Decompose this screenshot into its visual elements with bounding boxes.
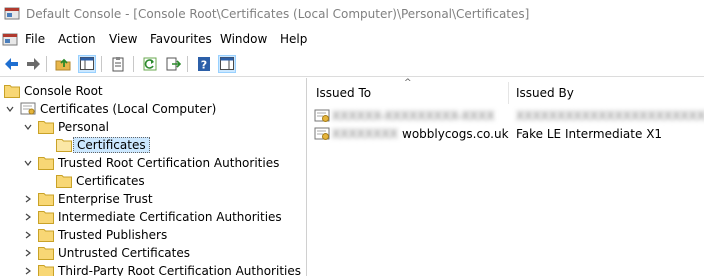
title-bar: Default Console - [Console Root\Certific… — [0, 0, 704, 30]
toolbar-separator — [187, 56, 188, 72]
help-button[interactable]: ? — [195, 55, 213, 73]
help-icon: ? — [198, 57, 210, 72]
column-header-label: Issued To — [316, 86, 372, 100]
properties-icon — [112, 57, 124, 72]
tree-item-trusted-root-certificates[interactable]: Certificates — [56, 172, 145, 190]
up-folder-icon — [55, 58, 71, 71]
tree-item-intermediate-ca[interactable]: Intermediate Certification Authorities — [22, 208, 282, 226]
menu-window[interactable]: Window — [219, 32, 268, 46]
tree-item-label: Certificates — [76, 174, 145, 188]
window-title: Default Console - [Console Root\Certific… — [26, 7, 530, 21]
folder-icon — [38, 157, 54, 170]
menu-help[interactable]: Help — [279, 32, 308, 46]
tree-item-label: Third-Party Root Certification Authoriti… — [58, 264, 301, 276]
show-action-pane-icon — [220, 57, 234, 70]
back-button[interactable] — [3, 55, 21, 73]
tree-item-personal[interactable]: Personal — [22, 118, 109, 136]
system-menu-icon[interactable] — [2, 32, 18, 48]
chevron-down-icon[interactable] — [22, 157, 34, 169]
menu-bar: File Action View Favourites Window Help — [0, 30, 704, 50]
column-header-issued-by[interactable]: Issued By — [516, 82, 704, 104]
show-hide-console-tree-icon — [80, 57, 94, 70]
tree-item-label: Trusted Publishers — [58, 228, 168, 242]
issued-to-redacted: XXXXXXXX — [332, 127, 398, 141]
issued-by-redacted: XXXXXXXXXXXXXXXXXXXXXXXXXX — [516, 109, 704, 123]
tree-item-label: Console Root — [24, 84, 103, 98]
folder-icon — [4, 85, 20, 98]
tree-item-label: Enterprise Trust — [58, 192, 153, 206]
tree-item-trusted-root[interactable]: Trusted Root Certification Authorities — [22, 154, 279, 172]
issued-to-domain: wobblycogs.co.uk — [402, 127, 509, 141]
column-header-issued-to[interactable]: Issued To — [316, 82, 506, 104]
properties-button[interactable] — [109, 55, 127, 73]
tree-item-untrusted-certificates[interactable]: Untrusted Certificates — [22, 244, 190, 262]
chevron-down-icon[interactable] — [4, 103, 16, 115]
back-arrow-icon — [5, 58, 18, 70]
tree-item-label: Untrusted Certificates — [58, 246, 190, 260]
show-action-pane-button[interactable] — [218, 55, 236, 73]
toolbar-separator — [46, 56, 47, 72]
tree-item-label: Certificates — [73, 137, 150, 153]
certificate-icon — [314, 127, 330, 140]
refresh-icon — [143, 57, 157, 71]
tree-item-trusted-publishers[interactable]: Trusted Publishers — [22, 226, 167, 244]
list-item[interactable]: XXXXXX-XXXXXXXXX-XXXX XXXXXXXXXXXXXXXXXX… — [308, 107, 704, 125]
menu-action[interactable]: Action — [57, 32, 97, 46]
folder-icon — [38, 211, 54, 224]
toolbar: ? — [0, 52, 704, 77]
chevron-right-icon[interactable] — [22, 211, 34, 223]
folder-icon — [38, 265, 54, 276]
chevron-right-icon[interactable] — [22, 193, 34, 205]
svg-text:?: ? — [201, 59, 207, 72]
export-list-icon — [166, 57, 181, 71]
folder-icon — [38, 193, 54, 206]
tree-item-third-party-root-ca[interactable]: Third-Party Root Certification Authoriti… — [22, 262, 301, 276]
tree-item-console-root[interactable]: Console Root — [4, 82, 103, 100]
chevron-right-icon[interactable] — [22, 247, 34, 259]
folder-icon — [38, 229, 54, 242]
export-list-button[interactable] — [164, 55, 182, 73]
folder-icon — [56, 175, 72, 188]
chevron-down-icon[interactable] — [22, 121, 34, 133]
menu-view[interactable]: View — [108, 32, 138, 46]
refresh-button[interactable] — [141, 55, 159, 73]
console-tree: Console Root Certificates (Local Compute… — [0, 78, 307, 276]
open-folder-icon — [56, 139, 72, 152]
forward-arrow-icon — [27, 58, 40, 70]
tree-item-label: Certificates (Local Computer) — [40, 102, 217, 116]
toolbar-separator — [101, 56, 102, 72]
tree-item-enterprise-trust[interactable]: Enterprise Trust — [22, 190, 153, 208]
column-divider[interactable] — [508, 82, 509, 104]
tree-item-label: Personal — [58, 120, 110, 134]
certificate-list: ^ Issued To Issued By XXXXXX-XXXXXXXXX-X… — [308, 78, 704, 276]
tree-item-label: Trusted Root Certification Authorities — [58, 156, 280, 170]
tree-item-personal-certificates[interactable]: Certificates — [56, 136, 150, 154]
folder-icon — [38, 247, 54, 260]
tree-item-certificates-local-computer[interactable]: Certificates (Local Computer) — [4, 100, 216, 118]
up-one-level-button[interactable] — [54, 55, 72, 73]
certificate-icon — [314, 109, 330, 122]
certificate-snapin-icon — [20, 102, 36, 115]
chevron-right-icon[interactable] — [22, 265, 34, 276]
column-header-label: Issued By — [516, 86, 574, 100]
menu-file[interactable]: File — [24, 32, 46, 46]
issued-to-redacted: XXXXXX-XXXXXXXXX-XXXX — [332, 109, 495, 123]
tree-item-label: Intermediate Certification Authorities — [58, 210, 282, 224]
forward-button[interactable] — [24, 55, 42, 73]
list-item[interactable]: XXXXXXXX wobblycogs.co.uk Fake LE Interm… — [308, 125, 704, 143]
chevron-right-icon[interactable] — [22, 229, 34, 241]
issued-by: Fake LE Intermediate X1 — [516, 127, 663, 141]
mmc-console-icon — [4, 7, 20, 20]
show-hide-tree-button[interactable] — [78, 55, 96, 73]
menu-favourites[interactable]: Favourites — [149, 32, 213, 46]
folder-icon — [38, 121, 54, 134]
toolbar-separator — [133, 56, 134, 72]
